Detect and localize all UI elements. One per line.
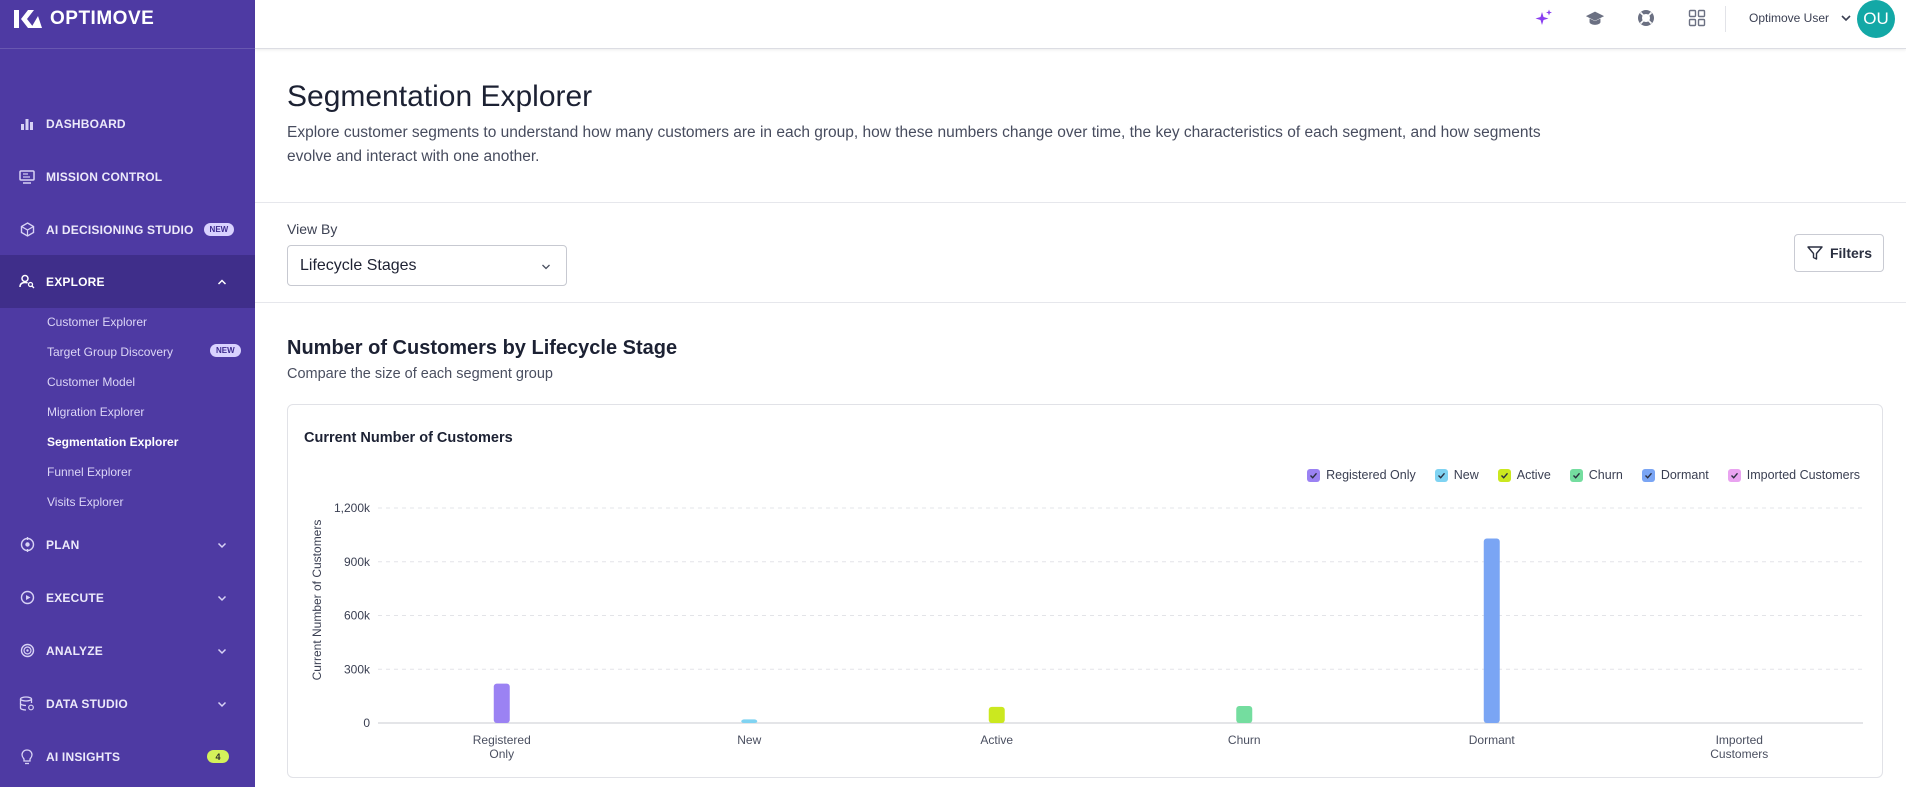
brand-name: OPTIMOVE (50, 8, 155, 29)
x-tick-label: New (737, 733, 761, 747)
chevron-up-icon (217, 279, 227, 285)
page-description: Explore customer segments to understand … (287, 124, 1541, 165)
sidebar-item-analyze[interactable]: ANALYZE (0, 624, 255, 677)
chevron-down-icon[interactable] (1840, 12, 1852, 24)
sidebar-item-mission-control[interactable]: MISSION CONTROL (0, 150, 255, 203)
sidebar-item-label: ANALYZE (46, 643, 103, 658)
sidebar-item-label: PLAN (46, 537, 80, 552)
brand-logo[interactable]: OPTIMOVE (14, 8, 155, 29)
sidebar-item-label: AI DECISIONING STUDIO (46, 222, 194, 237)
sidebar-subitem-visits-explorer[interactable]: Visits Explorer (47, 495, 123, 509)
sidebar-item-ai-insights[interactable]: AI INSIGHTS 4 (0, 730, 255, 783)
bar-active (988, 706, 1005, 723)
view-by-value: Lifecycle Stages (300, 256, 417, 274)
bar-registered-only (493, 683, 510, 723)
monitor-icon (19, 169, 35, 185)
user-search-icon (19, 274, 35, 290)
divider (255, 302, 1906, 303)
x-tick-label: Imported (1716, 733, 1763, 747)
cube-icon (19, 222, 35, 238)
chart-card: Current Number of Customers Registered O… (287, 404, 1883, 778)
new-badge: NEW (203, 223, 235, 236)
sidebar-item-explore[interactable]: EXPLORE (0, 255, 255, 308)
chevron-down-icon (217, 595, 227, 602)
sidebar-subitem-customer-model[interactable]: Customer Model (47, 375, 135, 389)
new-badge: NEW (210, 344, 241, 357)
sidebar-subitem-migration-explorer[interactable]: Migration Explorer (47, 405, 144, 419)
y-tick-label: 900k (344, 555, 371, 569)
divider (255, 202, 1906, 203)
sidebar-item-label: AI INSIGHTS (46, 749, 121, 764)
sidebar-item-label: EXECUTE (46, 590, 105, 605)
graduation-cap-icon[interactable] (1585, 8, 1605, 28)
sparkle-icon[interactable] (1534, 8, 1554, 28)
y-tick-label: 300k (344, 662, 371, 676)
filter-icon (1807, 246, 1823, 260)
top-bar: Optimove User OU (255, 0, 1906, 49)
sidebar-item-ai-decisioning-studio[interactable]: AI DECISIONING STUDIO NEW (0, 203, 255, 256)
sidebar-item-dashboard[interactable]: DASHBOARD (0, 97, 255, 150)
y-tick-label: 1,200k (334, 501, 371, 515)
sidebar-item-plan[interactable]: PLAN (0, 518, 255, 571)
optimove-logo-icon (14, 10, 42, 28)
x-tick-label: Only (489, 747, 514, 761)
bar-chart-icon (19, 116, 35, 132)
sidebar-divider (0, 48, 255, 49)
target-icon (19, 537, 35, 553)
chevron-down-icon (542, 264, 550, 270)
bar-chart: Current Number of Customers 0 300k 600k 900… (310, 501, 1863, 761)
x-tick-label: Active (980, 733, 1013, 747)
bar-new (741, 719, 758, 723)
sidebar-item-data-studio[interactable]: DATA STUDIO (0, 677, 255, 730)
sidebar-subitem-customer-explorer[interactable]: Customer Explorer (47, 315, 147, 329)
user-menu-name[interactable]: Optimove User (1749, 11, 1829, 25)
play-circle-icon (19, 590, 35, 606)
x-tick-label: Dormant (1469, 733, 1516, 747)
bar-dormant (1483, 538, 1500, 723)
bar-churn (1236, 705, 1253, 723)
analyze-icon (19, 643, 35, 659)
count-badge: 4 (207, 750, 229, 763)
sidebar-item-label: DASHBOARD (46, 116, 126, 131)
y-tick-label: 600k (344, 609, 371, 623)
sidebar-subitem-funnel-explorer[interactable]: Funnel Explorer (47, 465, 132, 479)
chevron-down-icon (217, 701, 227, 708)
x-tick-label: Customers (1710, 747, 1768, 761)
apps-grid-icon[interactable] (1687, 8, 1707, 28)
help-icon[interactable] (1636, 8, 1656, 28)
topbar-separator (1725, 6, 1726, 32)
sidebar-subitem-label: Target Group Discovery (47, 345, 174, 359)
sidebar: OPTIMOVE DASHBOARD MISSION CONTROL AI DE… (0, 0, 255, 787)
filters-button[interactable]: Filters (1794, 234, 1884, 272)
section-subtitle: Compare the size of each segment group (287, 366, 553, 382)
y-tick-label: 0 (363, 716, 370, 730)
page-title: Segmentation Explorer (287, 80, 593, 113)
sidebar-item-label: EXPLORE (46, 274, 105, 289)
sidebar-subitem-segmentation-explorer[interactable]: Segmentation Explorer (47, 435, 178, 449)
sidebar-item-execute[interactable]: EXECUTE (0, 571, 255, 624)
view-by-select[interactable]: Lifecycle Stages (287, 245, 567, 286)
view-by-label: View By (287, 221, 338, 237)
y-axis-label: Current Number of Customers (310, 520, 324, 681)
sidebar-subitem-target-group-discovery[interactable]: Target Group Discovery NEW (47, 344, 241, 359)
sidebar-item-label: MISSION CONTROL (46, 169, 163, 184)
chevron-down-icon (217, 542, 227, 549)
database-icon (19, 696, 35, 712)
lightbulb-icon (19, 748, 35, 765)
filters-label: Filters (1829, 245, 1872, 261)
chevron-down-icon (217, 648, 227, 655)
avatar[interactable]: OU (1857, 0, 1895, 38)
x-tick-label: Registered (473, 733, 531, 747)
section-title: Number of Customers by Lifecycle Stage (287, 337, 678, 359)
sidebar-item-label: DATA STUDIO (46, 696, 128, 711)
x-tick-label: Churn (1228, 733, 1261, 747)
